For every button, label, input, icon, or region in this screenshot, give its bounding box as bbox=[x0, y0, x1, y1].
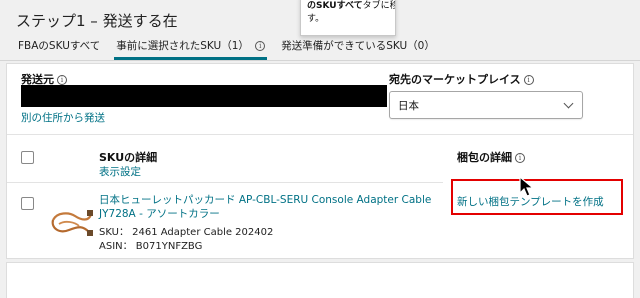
pack-details-header-text: 梱包の詳細 bbox=[457, 151, 512, 164]
ship-from-other-address-link[interactable]: 別の住所から発送 bbox=[21, 110, 105, 125]
info-circle-icon[interactable]: i bbox=[255, 41, 266, 51]
marketplace-selected-value: 日本 bbox=[398, 100, 419, 112]
product-name-line2: JY728A - アソートカラー bbox=[99, 208, 220, 220]
tab-label: 発送準備ができているSKU（0） bbox=[281, 40, 435, 52]
tab-label: FBAのSKUすべて bbox=[18, 40, 101, 52]
next-section bbox=[6, 262, 634, 298]
tooltip-text-line2: す。 bbox=[307, 14, 325, 24]
tooltip-popover: のSKUすべてタブに移動しま す。 bbox=[300, 0, 396, 36]
sku-value: SKU： 2461 Adapter Cable 202402 bbox=[99, 227, 274, 238]
mouse-pointer-icon bbox=[519, 176, 535, 197]
row-divider bbox=[7, 182, 443, 183]
asin-value: ASIN： B071YNFZBG bbox=[99, 241, 203, 252]
page-title: ステップ1 – 発送する在 bbox=[16, 12, 178, 30]
destination-label-text: 宛先のマーケットプレイス bbox=[389, 73, 521, 86]
tooltip-text-rest: タブに移動しま bbox=[362, 1, 395, 11]
info-circle-icon[interactable]: i bbox=[523, 75, 534, 85]
tooltip-text-bold: のSKUすべて bbox=[307, 1, 363, 11]
tab-preselected-sku[interactable]: 事前に選択されたSKU（1） i bbox=[108, 34, 273, 60]
tab-ready-to-ship-sku[interactable]: 発送準備ができているSKU（0） bbox=[273, 34, 443, 58]
product-thumbnail bbox=[51, 210, 93, 236]
product-name-line1: 日本ヒューレットパッカード AP-CBL-SERU Console Adapte… bbox=[99, 194, 432, 206]
row-checkbox[interactable] bbox=[21, 197, 34, 210]
page: ステップ1 – 発送する在 のSKUすべてタブに移動しま す。 FBAのSKUす… bbox=[0, 0, 640, 298]
redacted-address bbox=[21, 85, 387, 107]
destination-marketplace-label: 宛先のマーケットプレイス i bbox=[389, 71, 534, 87]
info-circle-icon[interactable]: i bbox=[515, 153, 525, 163]
sku-tabs: FBAのSKUすべて 事前に選択されたSKU（1） i 発送準備ができているSK… bbox=[10, 34, 443, 60]
select-all-checkbox[interactable] bbox=[21, 151, 34, 164]
tab-all-fba-sku[interactable]: FBAのSKUすべて bbox=[10, 34, 108, 58]
product-name-link[interactable]: 日本ヒューレットパッカード AP-CBL-SERU Console Adapte… bbox=[99, 193, 449, 221]
section-divider bbox=[7, 134, 633, 135]
info-circle-icon[interactable]: i bbox=[57, 75, 67, 85]
chevron-down-icon bbox=[563, 98, 574, 109]
tabs-divider bbox=[0, 60, 640, 61]
tab-label: 事前に選択されたSKU（1） bbox=[116, 40, 249, 52]
marketplace-select[interactable]: 日本 bbox=[389, 91, 583, 119]
sku-details-header: SKUの詳細 bbox=[99, 151, 158, 164]
main-panel: 発送元 i 別の住所から発送 宛先のマーケットプレイス i 日本 SKUの詳細 表示… bbox=[6, 63, 634, 259]
display-settings-link[interactable]: 表示設定 bbox=[99, 164, 141, 179]
pack-details-header: 梱包の詳細 i bbox=[457, 149, 525, 165]
